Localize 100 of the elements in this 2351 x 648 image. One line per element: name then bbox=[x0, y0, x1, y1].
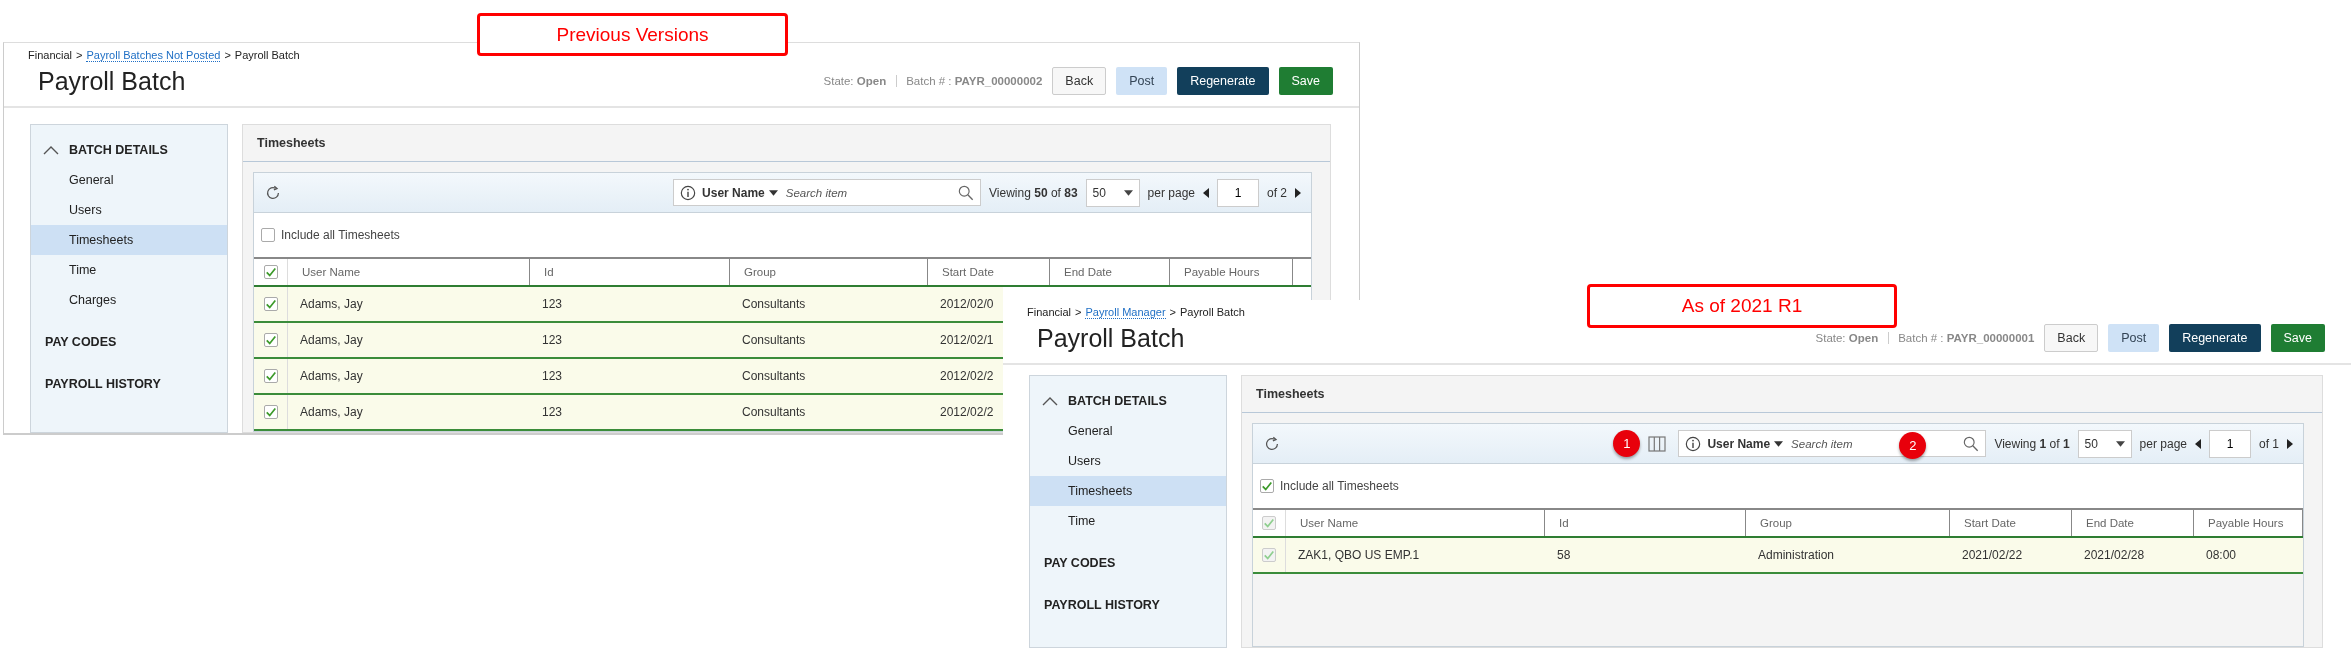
action-button[interactable]: Back bbox=[1052, 67, 1107, 95]
page-input[interactable]: 1 bbox=[2209, 429, 2251, 458]
sidebar-item[interactable]: Users bbox=[1030, 446, 1226, 476]
column-header: End Date bbox=[1064, 266, 1112, 278]
search-field-dropdown[interactable]: User Name bbox=[702, 185, 778, 200]
checkbox[interactable] bbox=[263, 369, 278, 383]
column-header: Payable Hours bbox=[2208, 517, 2284, 529]
column-header: User Name bbox=[302, 266, 361, 278]
columns-icon[interactable] bbox=[1648, 435, 1667, 452]
table-cell: 2021/02/28 bbox=[2084, 548, 2145, 562]
previous-page-icon[interactable] bbox=[2195, 438, 2201, 449]
checkbox[interactable] bbox=[1260, 479, 1274, 493]
search-icon[interactable] bbox=[958, 184, 975, 201]
action-button[interactable]: Post bbox=[1116, 67, 1168, 95]
batch-state: State: Open bbox=[1815, 332, 1879, 344]
version-callout: Previous Versions bbox=[477, 13, 788, 56]
search-box[interactable]: User Name Search item bbox=[673, 179, 982, 206]
action-button[interactable]: Back bbox=[2044, 324, 2099, 352]
per-page-select[interactable]: 50 bbox=[2077, 429, 2132, 458]
table-cell: Adams, Jay bbox=[300, 297, 363, 311]
action-button[interactable]: Save bbox=[1278, 67, 1333, 95]
column-header: End Date bbox=[2086, 517, 2134, 529]
table-cell: 08:00 bbox=[2206, 548, 2237, 562]
next-page-icon[interactable] bbox=[1295, 187, 1301, 198]
page-count: of 2 bbox=[1267, 185, 1287, 200]
sidebar-item[interactable]: Users bbox=[31, 195, 227, 225]
per-page-select[interactable]: 50 bbox=[1085, 178, 1140, 207]
sidebar-item[interactable]: Timesheets bbox=[1030, 476, 1226, 506]
checkbox[interactable] bbox=[261, 228, 275, 242]
action-button[interactable]: Post bbox=[2108, 324, 2160, 352]
column-header: Payable Hours bbox=[1184, 266, 1260, 278]
table-cell: 123 bbox=[542, 333, 563, 347]
page-input[interactable]: 1 bbox=[1217, 178, 1259, 207]
viewing-count: Viewing 1 of 1 bbox=[1994, 436, 2070, 451]
refresh-icon[interactable] bbox=[264, 183, 282, 202]
column-header: Id bbox=[1559, 517, 1569, 529]
breadcrumb-separator: > bbox=[76, 49, 83, 61]
breadcrumb-separator: > bbox=[1075, 306, 1082, 318]
checkbox[interactable] bbox=[263, 265, 278, 279]
viewing-count: Viewing 50 of 83 bbox=[989, 185, 1078, 200]
sidebar-item[interactable]: Timesheets bbox=[31, 225, 227, 255]
table-cell: 123 bbox=[542, 369, 563, 383]
sidebar-item[interactable]: General bbox=[31, 165, 227, 195]
column-header: Start Date bbox=[942, 266, 994, 278]
batch-number: Batch # : PAYR_00000001 bbox=[1888, 332, 2035, 344]
sidebar-section[interactable]: PAYROLL HISTORY bbox=[1030, 590, 1226, 620]
table-row[interactable]: Adams, Jay 123 Consultants 2012/02/1 bbox=[254, 323, 1003, 359]
sidebar-section[interactable]: PAY CODES bbox=[1030, 548, 1226, 578]
callout-badge: 1 bbox=[1613, 430, 1641, 457]
table-cell: 2012/02/2 bbox=[940, 405, 994, 419]
table-cell: Administration bbox=[1758, 548, 1835, 562]
sidebar-section[interactable]: PAYROLL HISTORY bbox=[31, 369, 227, 399]
checkbox[interactable] bbox=[263, 297, 278, 311]
column-header: Start Date bbox=[1964, 517, 2016, 529]
batch-number: Batch # : PAYR_00000002 bbox=[896, 75, 1043, 87]
sidebar-section[interactable]: PAY CODES bbox=[31, 327, 227, 357]
table-cell: Consultants bbox=[742, 405, 806, 419]
action-button[interactable]: Save bbox=[2270, 324, 2325, 352]
sidebar-section[interactable]: BATCH DETAILS bbox=[31, 135, 227, 165]
action-button[interactable]: Regenerate bbox=[1177, 67, 1269, 95]
table-cell: 2012/02/2 bbox=[940, 369, 994, 383]
table-cell: Adams, Jay bbox=[300, 333, 363, 347]
previous-page-icon[interactable] bbox=[1203, 187, 1209, 198]
column-header: User Name bbox=[1300, 517, 1359, 529]
sidebar-item[interactable]: General bbox=[1030, 416, 1226, 446]
column-header: Id bbox=[544, 266, 554, 278]
version-callout: As of 2021 R1 bbox=[1587, 284, 1897, 328]
next-page-icon[interactable] bbox=[2287, 438, 2293, 449]
action-button[interactable]: Regenerate bbox=[2169, 324, 2261, 352]
table-row[interactable]: Adams, Jay 123 Consultants 2012/02/0 bbox=[254, 287, 1003, 323]
breadcrumb-link[interactable]: Payroll Batches Not Posted bbox=[86, 48, 221, 62]
table-cell: 2012/02/0 bbox=[940, 297, 994, 311]
breadcrumb-item: Financial bbox=[28, 49, 73, 61]
breadcrumb-link[interactable]: Payroll Manager bbox=[1085, 305, 1166, 319]
sidebar-item[interactable]: Charges bbox=[31, 285, 227, 315]
search-input[interactable]: Search item bbox=[783, 185, 953, 200]
table-cell: Adams, Jay bbox=[300, 405, 363, 419]
per-page-label: per page bbox=[2139, 436, 2187, 451]
search-box[interactable]: User Name Search item 2 bbox=[1678, 430, 1987, 457]
sidebar-section[interactable]: BATCH DETAILS bbox=[1030, 386, 1226, 416]
table-row[interactable]: Adams, Jay 123 Consultants 2012/02/2 bbox=[254, 395, 1003, 431]
checkbox[interactable] bbox=[263, 405, 278, 419]
breadcrumb-separator: > bbox=[1169, 306, 1176, 318]
batch-state: State: Open bbox=[823, 75, 887, 87]
breadcrumb-item: Financial bbox=[1027, 306, 1072, 318]
table-cell: 2012/02/1 bbox=[940, 333, 994, 347]
search-field-dropdown[interactable]: User Name bbox=[1707, 436, 1784, 451]
breadcrumb-item: Payroll Batch bbox=[234, 49, 300, 61]
table-cell: 123 bbox=[542, 297, 563, 311]
page-count: of 1 bbox=[2259, 436, 2279, 451]
sidebar-item[interactable]: Time bbox=[31, 255, 227, 285]
sidebar-item[interactable]: Time bbox=[1030, 506, 1226, 536]
info-icon bbox=[680, 184, 697, 201]
table-row[interactable]: Adams, Jay 123 Consultants 2012/02/2 bbox=[254, 359, 1003, 395]
panel-title: Timesheets bbox=[243, 125, 1330, 162]
page-title: Payroll Batch bbox=[1037, 323, 1185, 354]
search-icon[interactable] bbox=[1963, 435, 1980, 452]
checkbox[interactable] bbox=[263, 333, 278, 347]
refresh-icon[interactable] bbox=[1263, 434, 1281, 453]
table-cell: 2021/02/22 bbox=[1962, 548, 2023, 562]
